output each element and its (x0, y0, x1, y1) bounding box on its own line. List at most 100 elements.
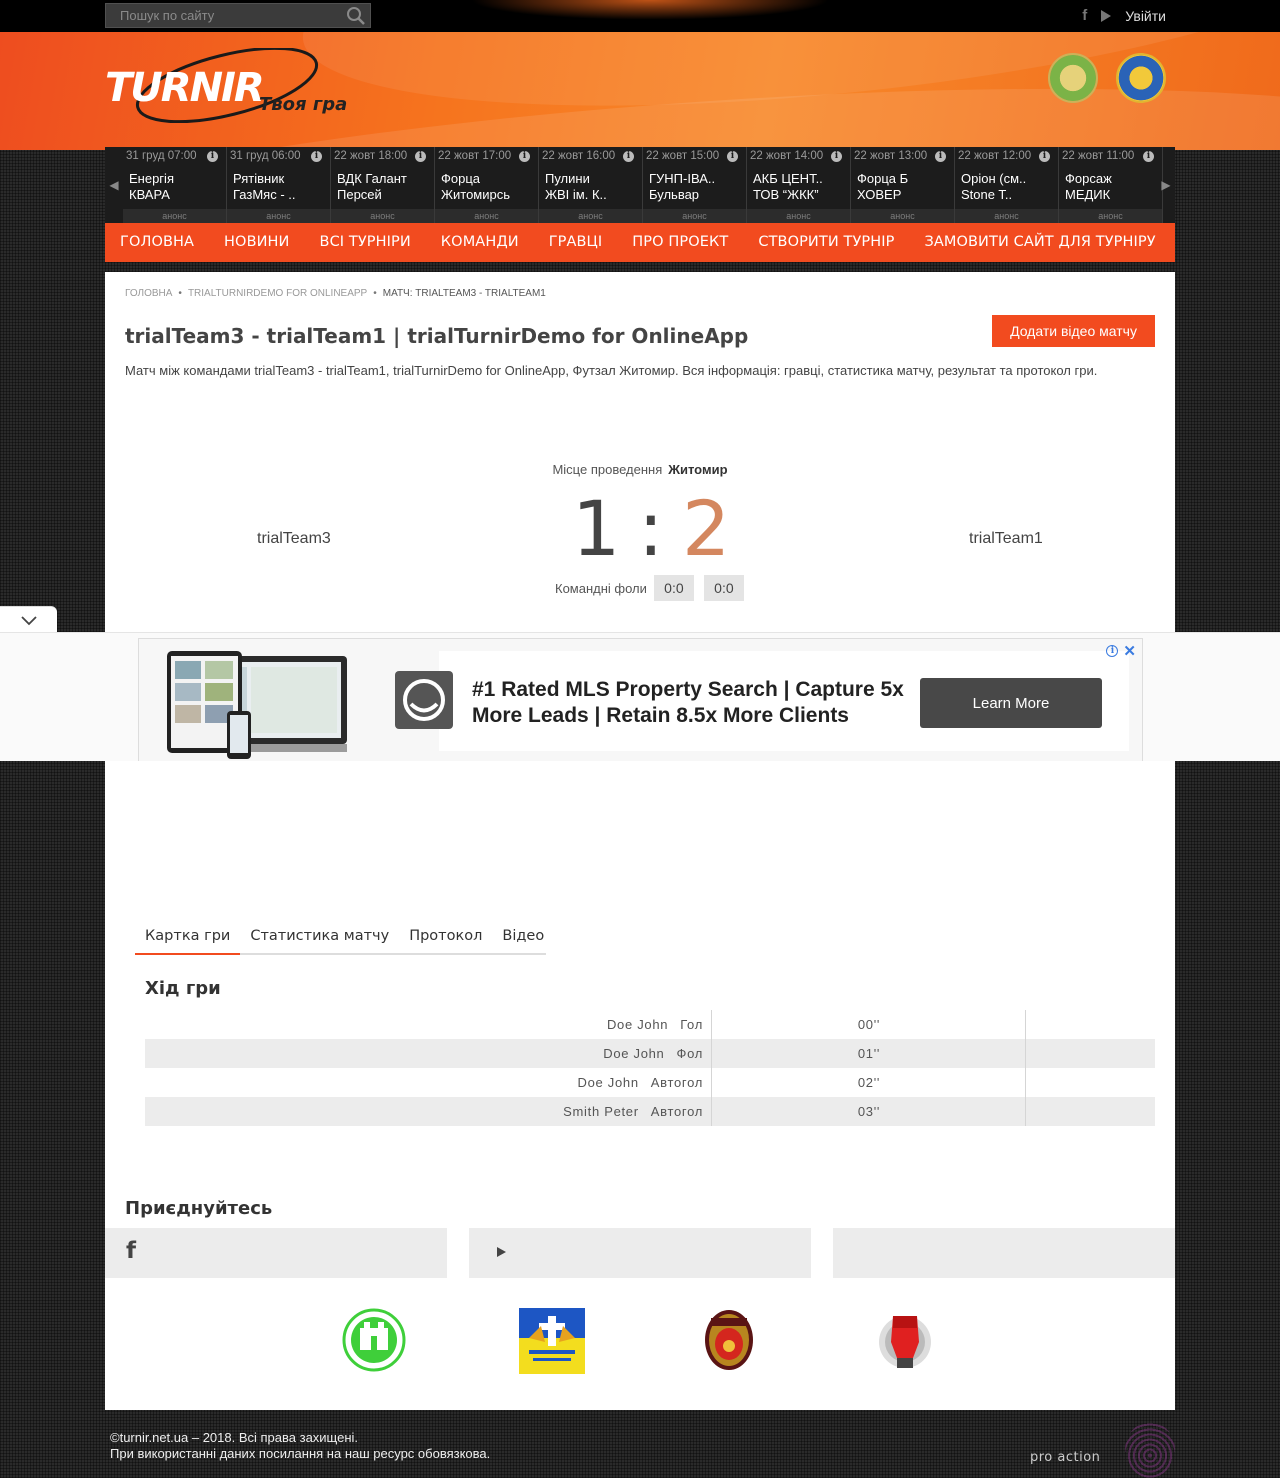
ad-info-icon[interactable]: i (1106, 645, 1119, 657)
info-icon[interactable]: i (727, 151, 738, 162)
ticker-next-button[interactable]: ▶ (1157, 147, 1175, 223)
ticker-status: анонс (1059, 209, 1162, 223)
info-icon[interactable]: i (623, 151, 634, 162)
ticker-match[interactable]: 22 жовт 14:00 i АКБ ЦЕНТ.. ТОВ “ЖКК” анонс (747, 147, 851, 223)
youtube-link[interactable] (469, 1228, 811, 1278)
ticker-list: 31 груд 07:00 i Енергія КВАРА анонс 31 груд 0… (123, 147, 1163, 223)
match-tab[interactable]: Протокол (399, 921, 492, 955)
event-player[interactable]: Doe John (607, 1017, 668, 1032)
pro-action-logo[interactable]: pro action (1030, 1450, 1100, 1465)
ad-learn-more-button[interactable]: Learn More (920, 678, 1102, 728)
ticker-match-date: 22 жовт 15:00 (646, 150, 720, 162)
info-icon[interactable]: i (415, 151, 426, 162)
info-icon[interactable]: i (207, 151, 218, 162)
ad-choices[interactable]: i ✕ (1106, 642, 1136, 660)
match-header-card: Головна • trialTurnirDemo for OnlineApp … (105, 272, 1175, 632)
info-icon[interactable]: i (311, 151, 322, 162)
breadcrumb-home[interactable]: Головна (125, 288, 172, 299)
partner-christian-league-icon[interactable] (519, 1308, 585, 1374)
login-link[interactable]: Увійти (1125, 8, 1166, 24)
match-tab[interactable]: Картка гри (135, 921, 241, 955)
ticker-status: анонс (747, 209, 850, 223)
youtube-icon[interactable] (1101, 9, 1112, 22)
ticker-status: анонс (435, 209, 538, 223)
info-icon[interactable]: i (935, 151, 946, 162)
event-type: Гол (680, 1017, 703, 1032)
event-player[interactable]: Smith Peter (563, 1104, 639, 1119)
ad-headline[interactable]: #1 Rated MLS Property Search | Capture 5… (472, 677, 912, 729)
ticker-status: анонс (539, 209, 642, 223)
ad-close-icon[interactable]: ✕ (1123, 642, 1136, 660)
facebook-link[interactable]: f (105, 1228, 447, 1278)
ticker-prev-button[interactable]: ◀ (105, 147, 123, 223)
nav-item[interactable]: ВСІ ТУРНІРИ (305, 223, 426, 262)
main-nav: ГОЛОВНА НОВИНИ ВСІ ТУРНІРИ КОМАНДИ ГРАВЦІ ПРО… (105, 223, 1175, 262)
site-logo[interactable]: TURNIR Твоя гра (105, 48, 355, 123)
ticker-match[interactable]: 22 жовт 16:00 i Пулини ЖВІ ім. К.. анонс (539, 147, 643, 223)
home-team-name[interactable]: trialTeam3 (257, 530, 331, 548)
laptop-tablet-image (167, 651, 347, 759)
event-type: Фол (676, 1046, 703, 1061)
breadcrumb-tournament[interactable]: trialTurnirDemo for OnlineApp (188, 288, 367, 299)
event-minute: 01'' (713, 1039, 1026, 1068)
event-player[interactable]: Doe John (578, 1075, 639, 1090)
ticker-match[interactable]: 31 груд 07:00 i Енергія КВАРА анонс (123, 147, 227, 223)
venue: Місце проведення Житомир (105, 462, 1175, 477)
ad-creative[interactable]: #1 Rated MLS Property Search | Capture 5… (138, 638, 1143, 762)
match-tab[interactable]: Статистика матчу (240, 921, 399, 955)
social-link-empty[interactable] (833, 1228, 1175, 1278)
ticker-match-date: 22 жовт 17:00 (438, 150, 512, 162)
chevron-down-icon (20, 616, 37, 626)
partner-fortuna-icon[interactable] (703, 1308, 755, 1372)
ticker-match[interactable]: 22 жовт 13:00 i Форца Б ХОВЕР анонс (851, 147, 955, 223)
ticker-match-date: 31 груд 07:00 (126, 150, 197, 162)
footer-line-2: При використанні даних посилання на наш … (110, 1446, 491, 1461)
event-home-cell: Doe John Гол (145, 1010, 712, 1039)
ticker-match[interactable]: 22 жовт 11:00 i Форсаж МЕДИК анонс (1059, 147, 1163, 223)
nav-item[interactable]: КОМАНДИ (426, 223, 534, 262)
join-heading: Приєднуйтесь (125, 1198, 273, 1219)
ticker-status: анонс (227, 209, 330, 223)
nav-item[interactable]: ЗАМОВИТИ САЙТ ДЛЯ ТУРНІРУ (909, 223, 1170, 262)
partner-fist-icon[interactable] (875, 1308, 935, 1372)
ad-collapse-button[interactable] (0, 606, 57, 633)
event-minute: 03'' (713, 1097, 1026, 1126)
search-button[interactable] (344, 5, 368, 27)
ticker-status: анонс (643, 209, 746, 223)
nav-item[interactable]: ГРАВЦІ (534, 223, 618, 262)
fouls-label: Командні фоли (555, 580, 647, 596)
partner-logo-zhytomyr[interactable] (1048, 53, 1098, 103)
info-icon[interactable]: i (519, 151, 530, 162)
event-row: Smith Peter Автогол 03'' (145, 1097, 1155, 1126)
match-ticker: ◀ 31 груд 07:00 i Енергія КВАРА анонс 31 груд… (105, 147, 1175, 223)
info-icon[interactable]: i (831, 151, 842, 162)
logo-text: TURNIR (105, 65, 265, 111)
ticker-match[interactable]: 22 жовт 18:00 i ВДК Галант Персей анонс (331, 147, 435, 223)
facebook-icon[interactable]: f (1082, 7, 1087, 24)
breadcrumb-separator: • (178, 288, 182, 299)
search-input[interactable] (106, 4, 342, 27)
events-table: Doe John Гол 00'' Doe John Фол 01'' Doe John Ав… (145, 1010, 1155, 1126)
nav-item[interactable]: ПРО ПРОЕКТ (617, 223, 743, 262)
nav-item[interactable]: НОВИНИ (209, 223, 304, 262)
top-links: f Увійти (1082, 7, 1166, 24)
event-player[interactable]: Doe John (603, 1046, 664, 1061)
partner-zhytomyr-futsal-icon[interactable] (342, 1308, 406, 1372)
ticker-match[interactable]: 31 груд 06:00 i Рятівник ГазМяс - .. анонс (227, 147, 331, 223)
match-tab[interactable]: Відео (492, 921, 554, 955)
ticker-match[interactable]: 22 жовт 17:00 i Форца Житомирсь анонс (435, 147, 539, 223)
info-icon[interactable]: i (1143, 151, 1154, 162)
ticker-match[interactable]: 22 жовт 15:00 i ГУНП-ІВА.. Бульвар анонс (643, 147, 747, 223)
home-fouls: 0:0 (653, 575, 694, 601)
nav-item[interactable]: СТВОРИТИ ТУРНІР (743, 223, 909, 262)
ticker-team-away: КВАРА (129, 187, 170, 202)
info-icon[interactable]: i (1039, 151, 1050, 162)
top-bar: f Увійти (0, 0, 1280, 32)
ticker-match[interactable]: 22 жовт 12:00 i Оріон (см.. Stone T.. анонс (955, 147, 1059, 223)
nav-item[interactable]: ГОЛОВНА (105, 223, 209, 262)
partners-row (105, 1308, 1175, 1374)
ticker-team-home: Форца (441, 171, 481, 186)
add-video-button[interactable]: Додати відео матчу (992, 315, 1155, 347)
partner-logo-futsal-association[interactable] (1116, 53, 1166, 103)
away-team-name[interactable]: trialTeam1 (969, 530, 1043, 548)
